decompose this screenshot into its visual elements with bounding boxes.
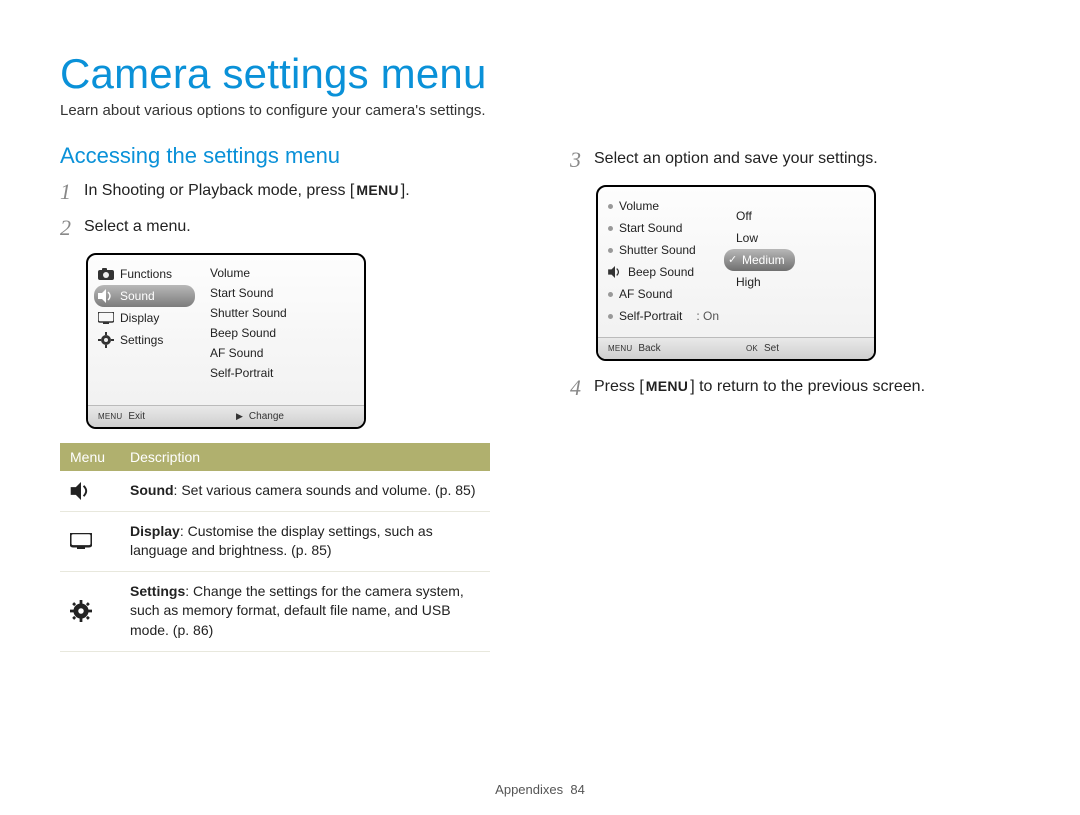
option-high: High [736,271,870,293]
step-3: 3 Select an option and save your setting… [570,147,1020,171]
option-off: Off [736,205,870,227]
page-subtitle: Learn about various options to configure… [60,102,1020,119]
sound-option: Self-Portrait [210,363,360,383]
sound-option: Start Sound [210,283,360,303]
list-item: Volume [606,195,725,217]
sound-icon [60,471,120,511]
camera-lcd-menu-selection: Functions Sound Display [86,253,366,429]
step-1: 1 In Shooting or Playback mode, press [M… [60,179,510,203]
step-4: 4 Press [MENU] to return to the previous… [570,375,1020,399]
list-item: AF Sound [606,283,725,305]
sound-option: Volume [210,263,360,283]
step-number: 4 [570,375,594,399]
lcd-footer: MENU Back OK Set [598,337,874,359]
step-1-text-post: ]. [401,182,410,199]
menu-item-sound: Sound [94,285,195,307]
menu-button-label: MENU [644,376,690,397]
exit-label: Exit [128,411,145,422]
option-low: Low [736,227,870,249]
set-label: Set [764,343,779,354]
table-row: Display: Customise the display settings,… [60,511,490,571]
sound-option: Shutter Sound [210,303,360,323]
menu-item-display: Display [96,307,199,329]
page-title: Camera settings menu [60,50,1020,98]
table-row: Sound: Set various camera sounds and vol… [60,471,490,511]
sound-icon [608,264,622,280]
list-item: Beep Sound [606,261,725,283]
step-2-text: Select a menu. [84,215,510,239]
table-row: Settings: Change the settings for the ca… [60,571,490,651]
bullet-icon [608,248,613,253]
sound-icon [98,288,114,304]
back-label: Back [638,343,660,354]
step-number: 3 [570,147,594,171]
camera-lcd-option-selection: Volume Start Sound Shutter Sound Beep So… [596,185,876,361]
bullet-icon [608,204,613,209]
sound-option: Beep Sound [210,323,360,343]
option-medium-selected: Medium [736,249,870,271]
right-column: 3 Select an option and save your setting… [570,143,1020,652]
menu-icon-label: MENU [98,412,122,421]
step-number: 1 [60,179,84,203]
triangle-right-icon: ▶ [236,411,243,422]
section-heading: Accessing the settings menu [60,143,510,169]
bullet-icon [608,226,613,231]
list-item: Start Sound [606,217,725,239]
camera-icon [98,266,114,282]
change-label: Change [249,411,284,422]
menu-description-table: Menu Description Sound: Set various came… [60,443,490,652]
step-3-text: Select an option and save your settings. [594,147,1020,171]
gear-icon [98,332,114,348]
menu-button-label: MENU [354,180,400,201]
ok-icon-label: OK [746,344,758,353]
bullet-icon [608,314,613,319]
display-icon [60,511,120,571]
table-header-menu: Menu [60,443,120,471]
menu-item-settings: Settings [96,329,199,351]
bullet-icon [608,292,613,297]
sound-option: AF Sound [210,343,360,363]
step-number: 2 [60,215,84,239]
step-4-text-pre: Press [ [594,378,644,395]
left-column: Accessing the settings menu 1 In Shootin… [60,143,510,652]
page-footer: Appendixes 84 [0,782,1080,797]
menu-icon-label: MENU [608,344,632,353]
menu-item-functions: Functions [96,263,199,285]
lcd-footer: MENU Exit ▶ Change [88,405,364,427]
gear-icon [60,571,120,651]
step-4-text-post: ] to return to the previous screen. [690,378,925,395]
table-header-description: Description [120,443,490,471]
step-2: 2 Select a menu. [60,215,510,239]
display-icon [98,310,114,326]
list-item: Shutter Sound [606,239,725,261]
list-item: Self-Portrait: On [606,305,725,327]
step-1-text-pre: In Shooting or Playback mode, press [ [84,182,354,199]
